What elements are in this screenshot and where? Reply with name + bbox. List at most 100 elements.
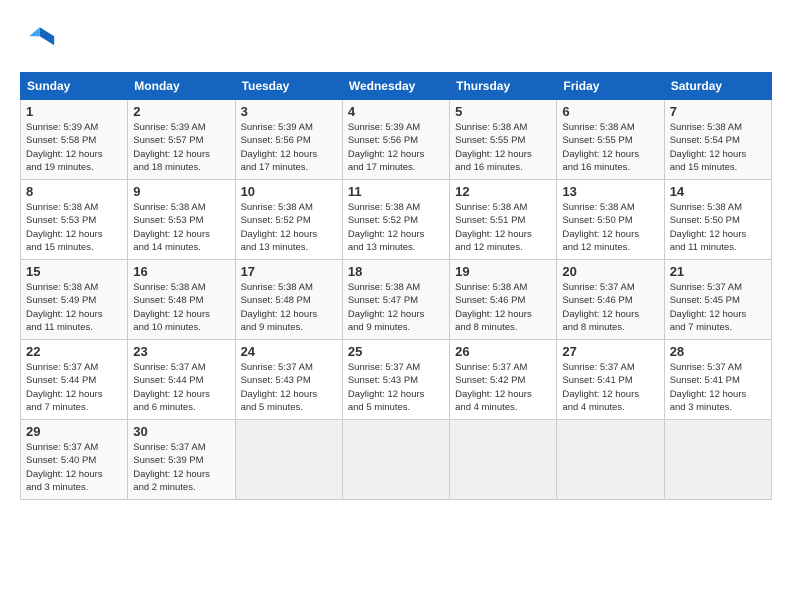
day-info: Sunrise: 5:38 AM Sunset: 5:48 PM Dayligh…	[241, 281, 337, 334]
day-number: 13	[562, 184, 658, 199]
calendar-cell: 3 Sunrise: 5:39 AM Sunset: 5:56 PM Daylig…	[235, 100, 342, 180]
calendar-cell: 20 Sunrise: 5:37 AM Sunset: 5:46 PM Dayli…	[557, 260, 664, 340]
column-header-monday: Monday	[128, 73, 235, 100]
calendar-cell	[664, 420, 771, 500]
column-header-saturday: Saturday	[664, 73, 771, 100]
day-info: Sunrise: 5:37 AM Sunset: 5:44 PM Dayligh…	[26, 361, 122, 414]
day-number: 22	[26, 344, 122, 359]
logo-icon	[20, 20, 56, 56]
column-header-friday: Friday	[557, 73, 664, 100]
day-info: Sunrise: 5:37 AM Sunset: 5:43 PM Dayligh…	[241, 361, 337, 414]
calendar-cell: 22 Sunrise: 5:37 AM Sunset: 5:44 PM Dayli…	[21, 340, 128, 420]
day-number: 28	[670, 344, 766, 359]
day-number: 25	[348, 344, 444, 359]
column-header-sunday: Sunday	[21, 73, 128, 100]
day-info: Sunrise: 5:38 AM Sunset: 5:53 PM Dayligh…	[26, 201, 122, 254]
day-number: 21	[670, 264, 766, 279]
day-info: Sunrise: 5:39 AM Sunset: 5:57 PM Dayligh…	[133, 121, 229, 174]
day-info: Sunrise: 5:38 AM Sunset: 5:54 PM Dayligh…	[670, 121, 766, 174]
day-info: Sunrise: 5:37 AM Sunset: 5:42 PM Dayligh…	[455, 361, 551, 414]
day-number: 10	[241, 184, 337, 199]
calendar-cell: 19Sunrise: 5:38 AM Sunset: 5:46 PM Dayli…	[450, 260, 557, 340]
column-header-wednesday: Wednesday	[342, 73, 449, 100]
day-number: 27	[562, 344, 658, 359]
calendar-table: SundayMondayTuesdayWednesdayThursdayFrid…	[20, 72, 772, 500]
column-header-thursday: Thursday	[450, 73, 557, 100]
day-info: Sunrise: 5:37 AM Sunset: 5:45 PM Dayligh…	[670, 281, 766, 334]
calendar-cell	[557, 420, 664, 500]
calendar-cell: 5 Sunrise: 5:38 AM Sunset: 5:55 PM Daylig…	[450, 100, 557, 180]
calendar-cell: 8 Sunrise: 5:38 AM Sunset: 5:53 PM Daylig…	[21, 180, 128, 260]
calendar-cell: 13 Sunrise: 5:38 AM Sunset: 5:50 PM Dayli…	[557, 180, 664, 260]
day-number: 23	[133, 344, 229, 359]
page-header	[20, 20, 772, 56]
day-number: 6	[562, 104, 658, 119]
day-number: 14	[670, 184, 766, 199]
logo	[20, 20, 62, 56]
day-info: Sunrise: 5:38 AM Sunset: 5:55 PM Dayligh…	[455, 121, 551, 174]
calendar-cell: 11 Sunrise: 5:38 AM Sunset: 5:52 PM Dayli…	[342, 180, 449, 260]
day-number: 3	[241, 104, 337, 119]
calendar-cell: 15Sunrise: 5:38 AM Sunset: 5:49 PM Dayli…	[21, 260, 128, 340]
calendar-cell: 16 Sunrise: 5:38 AM Sunset: 5:48 PM Dayli…	[128, 260, 235, 340]
day-number: 15	[26, 264, 122, 279]
day-number: 18	[348, 264, 444, 279]
day-info: Sunrise: 5:38 AM Sunset: 5:50 PM Dayligh…	[670, 201, 766, 254]
day-number: 17	[241, 264, 337, 279]
calendar-cell	[235, 420, 342, 500]
day-info: Sunrise: 5:37 AM Sunset: 5:41 PM Dayligh…	[670, 361, 766, 414]
calendar-cell: 1Sunrise: 5:39 AM Sunset: 5:58 PM Daylig…	[21, 100, 128, 180]
day-info: Sunrise: 5:39 AM Sunset: 5:56 PM Dayligh…	[348, 121, 444, 174]
day-number: 30	[133, 424, 229, 439]
day-info: Sunrise: 5:37 AM Sunset: 5:44 PM Dayligh…	[133, 361, 229, 414]
calendar-body: 1Sunrise: 5:39 AM Sunset: 5:58 PM Daylig…	[21, 100, 772, 500]
day-number: 4	[348, 104, 444, 119]
day-info: Sunrise: 5:38 AM Sunset: 5:55 PM Dayligh…	[562, 121, 658, 174]
day-number: 20	[562, 264, 658, 279]
day-number: 8	[26, 184, 122, 199]
day-info: Sunrise: 5:38 AM Sunset: 5:52 PM Dayligh…	[241, 201, 337, 254]
calendar-cell: 9 Sunrise: 5:38 AM Sunset: 5:53 PM Daylig…	[128, 180, 235, 260]
day-info: Sunrise: 5:37 AM Sunset: 5:43 PM Dayligh…	[348, 361, 444, 414]
column-header-tuesday: Tuesday	[235, 73, 342, 100]
day-number: 7	[670, 104, 766, 119]
calendar-week-3: 15Sunrise: 5:38 AM Sunset: 5:49 PM Dayli…	[21, 260, 772, 340]
day-number: 1	[26, 104, 122, 119]
calendar-cell: 12 Sunrise: 5:38 AM Sunset: 5:51 PM Dayli…	[450, 180, 557, 260]
calendar-cell: 4 Sunrise: 5:39 AM Sunset: 5:56 PM Daylig…	[342, 100, 449, 180]
calendar-cell: 6 Sunrise: 5:38 AM Sunset: 5:55 PM Daylig…	[557, 100, 664, 180]
calendar-cell	[342, 420, 449, 500]
calendar-week-5: 29Sunrise: 5:37 AM Sunset: 5:40 PM Dayli…	[21, 420, 772, 500]
calendar-header: SundayMondayTuesdayWednesdayThursdayFrid…	[21, 73, 772, 100]
calendar-cell: 23 Sunrise: 5:37 AM Sunset: 5:44 PM Dayli…	[128, 340, 235, 420]
day-number: 2	[133, 104, 229, 119]
day-info: Sunrise: 5:38 AM Sunset: 5:48 PM Dayligh…	[133, 281, 229, 334]
day-info: Sunrise: 5:38 AM Sunset: 5:52 PM Dayligh…	[348, 201, 444, 254]
day-number: 12	[455, 184, 551, 199]
day-info: Sunrise: 5:38 AM Sunset: 5:50 PM Dayligh…	[562, 201, 658, 254]
calendar-week-2: 8 Sunrise: 5:38 AM Sunset: 5:53 PM Daylig…	[21, 180, 772, 260]
day-number: 26	[455, 344, 551, 359]
calendar-cell	[450, 420, 557, 500]
day-number: 9	[133, 184, 229, 199]
day-info: Sunrise: 5:37 AM Sunset: 5:39 PM Dayligh…	[133, 441, 229, 494]
calendar-cell: 24 Sunrise: 5:37 AM Sunset: 5:43 PM Dayli…	[235, 340, 342, 420]
day-info: Sunrise: 5:37 AM Sunset: 5:46 PM Dayligh…	[562, 281, 658, 334]
day-info: Sunrise: 5:37 AM Sunset: 5:41 PM Dayligh…	[562, 361, 658, 414]
calendar-cell: 27 Sunrise: 5:37 AM Sunset: 5:41 PM Dayli…	[557, 340, 664, 420]
calendar-cell: 2 Sunrise: 5:39 AM Sunset: 5:57 PM Daylig…	[128, 100, 235, 180]
calendar-cell: 25 Sunrise: 5:37 AM Sunset: 5:43 PM Dayli…	[342, 340, 449, 420]
calendar-cell: 29Sunrise: 5:37 AM Sunset: 5:40 PM Dayli…	[21, 420, 128, 500]
day-number: 24	[241, 344, 337, 359]
day-info: Sunrise: 5:39 AM Sunset: 5:56 PM Dayligh…	[241, 121, 337, 174]
day-number: 11	[348, 184, 444, 199]
day-number: 16	[133, 264, 229, 279]
day-number: 19	[455, 264, 551, 279]
day-number: 5	[455, 104, 551, 119]
day-info: Sunrise: 5:38 AM Sunset: 5:51 PM Dayligh…	[455, 201, 551, 254]
calendar-cell: 30 Sunrise: 5:37 AM Sunset: 5:39 PM Dayli…	[128, 420, 235, 500]
header-row: SundayMondayTuesdayWednesdayThursdayFrid…	[21, 73, 772, 100]
calendar-cell: 18 Sunrise: 5:38 AM Sunset: 5:47 PM Dayli…	[342, 260, 449, 340]
day-info: Sunrise: 5:38 AM Sunset: 5:47 PM Dayligh…	[348, 281, 444, 334]
day-info: Sunrise: 5:38 AM Sunset: 5:53 PM Dayligh…	[133, 201, 229, 254]
